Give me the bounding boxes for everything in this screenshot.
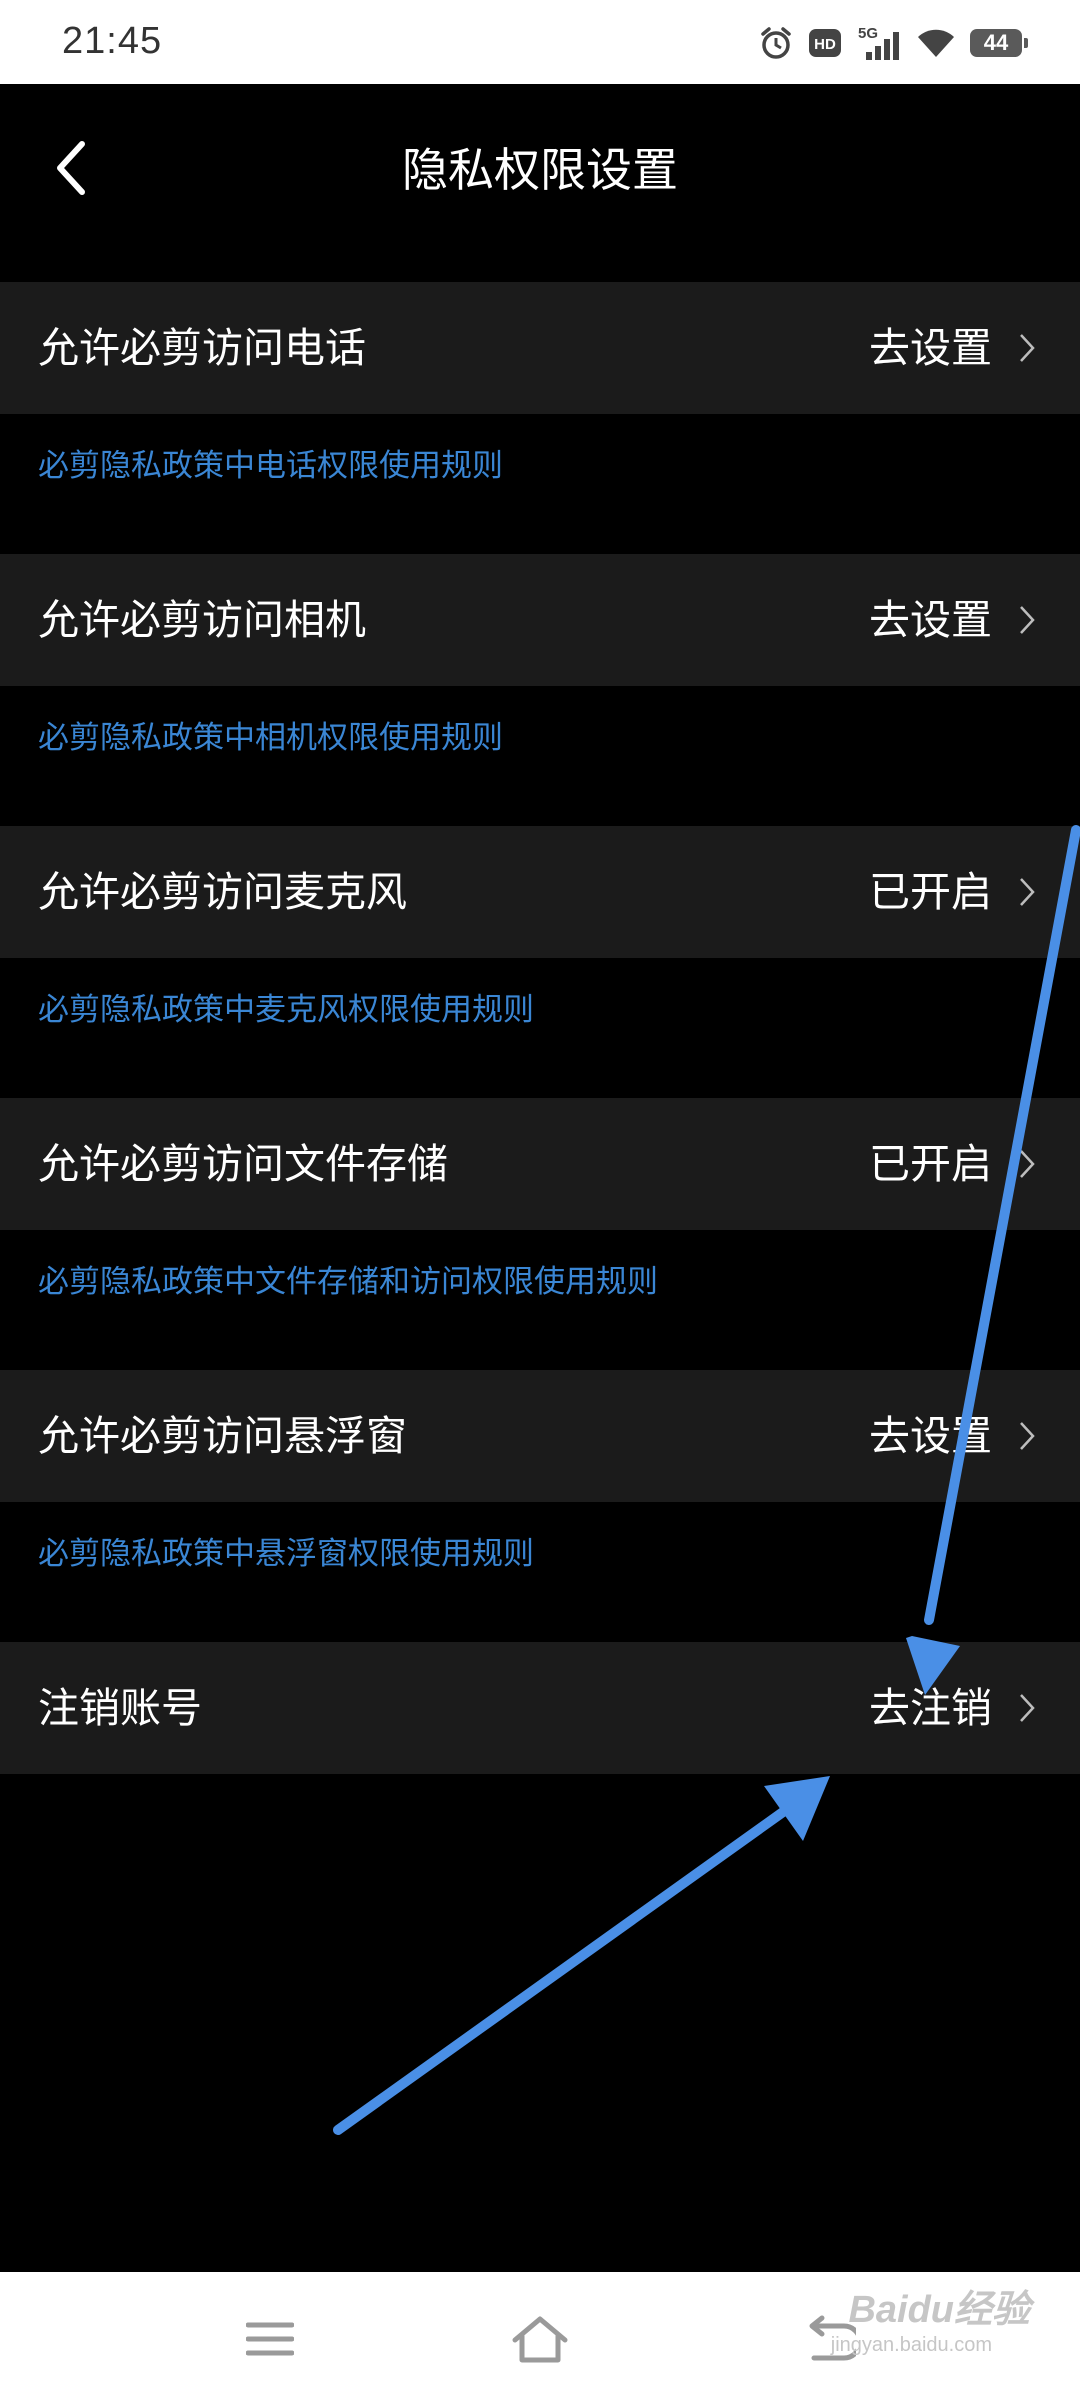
setting-action[interactable]: 去设置 bbox=[869, 282, 992, 414]
setting-row-floating-window[interactable]: 允许必剪访问悬浮窗 去设置 bbox=[0, 1370, 1080, 1502]
watermark: Baidu经验 bbox=[848, 2289, 1030, 2331]
chevron-right-icon bbox=[1020, 1422, 1035, 1450]
watermark-sub: jingyan.baidu.com bbox=[830, 2334, 992, 2356]
status-icons: HD 5G 44 bbox=[758, 22, 1028, 64]
menu-icon bbox=[246, 2322, 294, 2356]
setting-row-phone[interactable]: 允许必剪访问电话 去设置 bbox=[0, 282, 1080, 414]
setting-label: 允许必剪访问悬浮窗 bbox=[38, 1412, 407, 1460]
setting-label: 允许必剪访问文件存储 bbox=[38, 1140, 448, 1188]
cancel-account-button[interactable]: 去注销 bbox=[869, 1642, 992, 1774]
policy-link-storage[interactable]: 必剪隐私政策中文件存储和访问权限使用规则 bbox=[38, 1256, 658, 1301]
chevron-right-icon bbox=[1020, 1694, 1035, 1722]
setting-label: 允许必剪访问电话 bbox=[38, 324, 366, 372]
setting-label: 允许必剪访问相机 bbox=[38, 596, 366, 644]
setting-label: 允许必剪访问麦克风 bbox=[38, 868, 407, 916]
chevron-right-icon bbox=[1020, 606, 1035, 634]
battery-icon: 44 bbox=[970, 29, 1028, 57]
page-title: 隐私权限设置 bbox=[402, 143, 678, 197]
svg-text:5G: 5G bbox=[858, 25, 878, 42]
wifi-icon bbox=[916, 27, 956, 59]
menu-button[interactable] bbox=[225, 2294, 315, 2384]
svg-text:HD: HD bbox=[814, 36, 836, 53]
policy-link-camera[interactable]: 必剪隐私政策中相机权限使用规则 bbox=[38, 712, 503, 757]
chevron-right-icon bbox=[1020, 878, 1035, 906]
setting-row-storage[interactable]: 允许必剪访问文件存储 已开启 bbox=[0, 1098, 1080, 1230]
home-icon bbox=[512, 2316, 568, 2363]
annotation-arrow-up bbox=[333, 1776, 830, 2135]
nav-bar: 隐私权限设置 bbox=[0, 84, 1080, 248]
policy-link-floating-window[interactable]: 必剪隐私政策中悬浮窗权限使用规则 bbox=[38, 1528, 534, 1573]
annotation-arrow-down bbox=[906, 825, 1080, 1695]
signal-5g-icon: 5G bbox=[856, 24, 902, 62]
chevron-right-icon bbox=[1020, 1150, 1035, 1178]
setting-action[interactable]: 已开启 bbox=[869, 1098, 992, 1230]
setting-label: 注销账号 bbox=[38, 1684, 202, 1732]
home-button[interactable] bbox=[495, 2294, 585, 2384]
policy-link-microphone[interactable]: 必剪隐私政策中麦克风权限使用规则 bbox=[38, 984, 534, 1029]
hd-icon: HD bbox=[808, 28, 842, 58]
setting-row-camera[interactable]: 允许必剪访问相机 去设置 bbox=[0, 554, 1080, 686]
battery-level: 44 bbox=[983, 30, 1009, 55]
chevron-right-icon bbox=[1020, 334, 1035, 362]
setting-action[interactable]: 去设置 bbox=[869, 1370, 992, 1502]
status-time: 21:45 bbox=[62, 20, 163, 62]
policy-link-phone[interactable]: 必剪隐私政策中电话权限使用规则 bbox=[38, 440, 503, 485]
setting-row-cancel-account[interactable]: 注销账号 去注销 bbox=[0, 1642, 1080, 1774]
setting-action[interactable]: 去设置 bbox=[869, 554, 992, 686]
status-bar: 21:45 HD 5G 44 bbox=[0, 0, 1080, 84]
setting-action[interactable]: 已开启 bbox=[869, 826, 992, 958]
alarm-icon bbox=[758, 25, 794, 61]
setting-row-microphone[interactable]: 允许必剪访问麦克风 已开启 bbox=[0, 826, 1080, 958]
